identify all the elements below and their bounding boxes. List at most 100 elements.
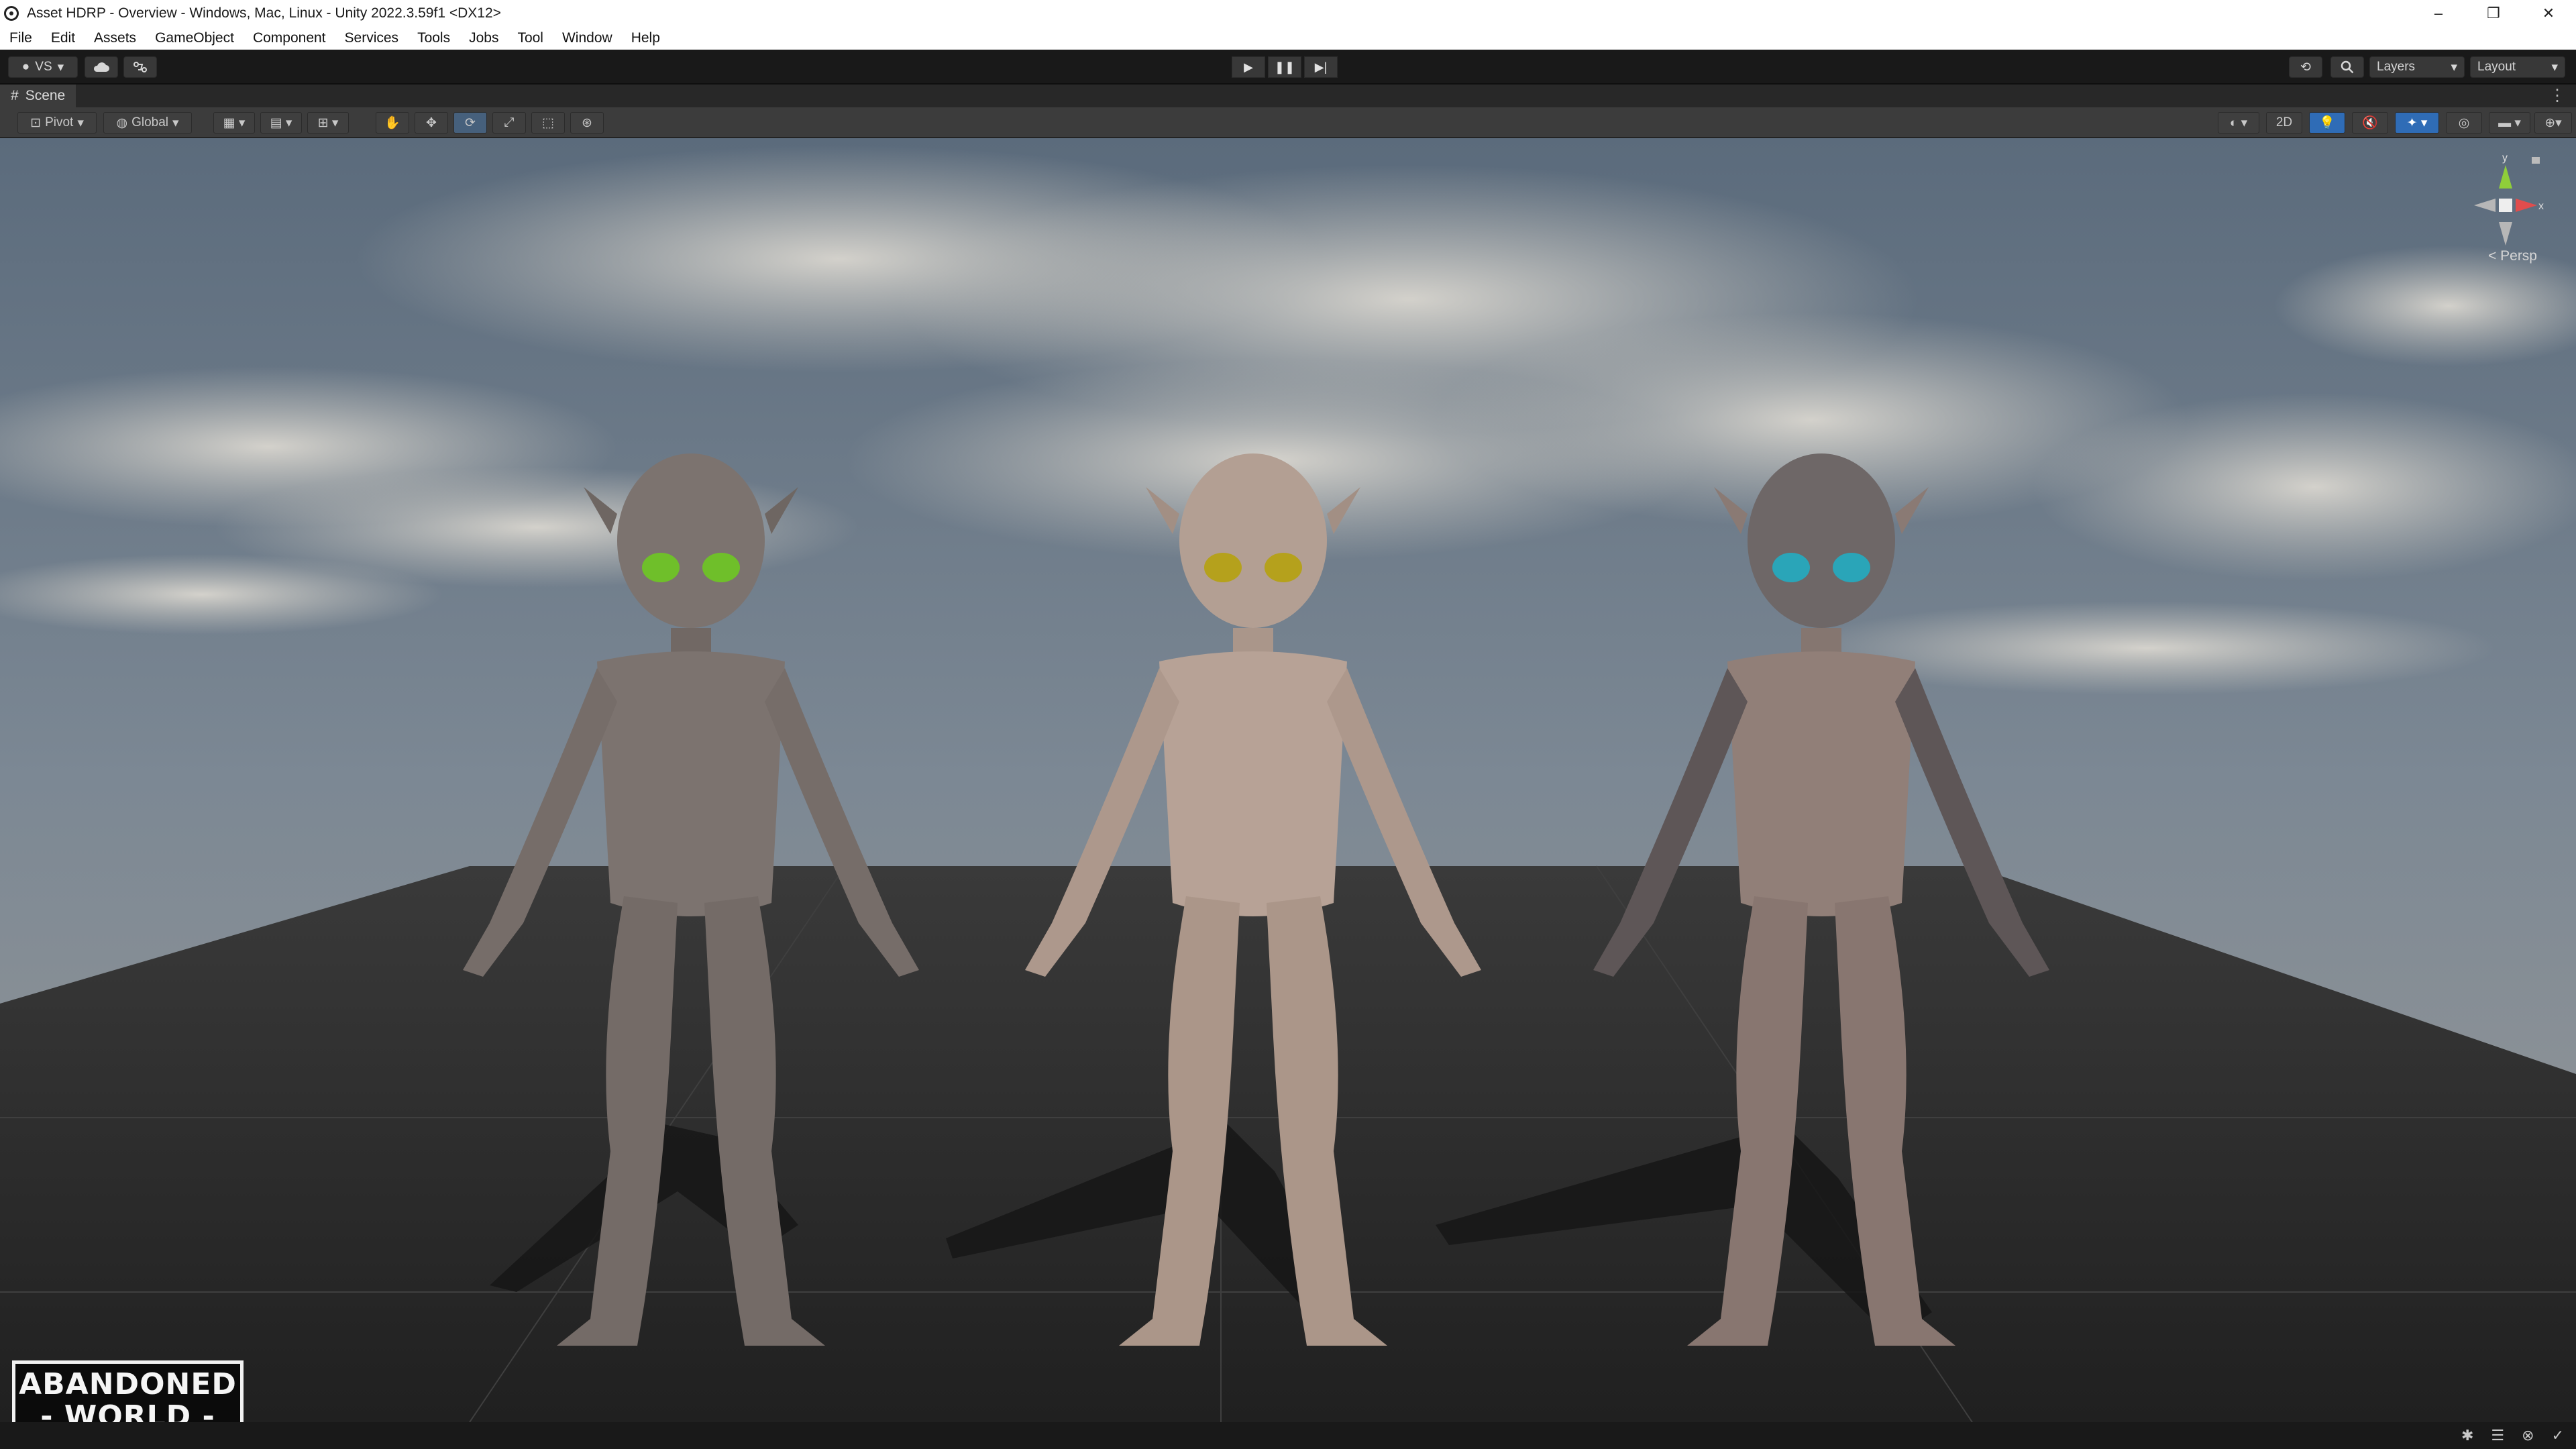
hidden-objects-toggle[interactable]: ◎ bbox=[2446, 112, 2482, 133]
check-circle-icon[interactable]: ✓ bbox=[2552, 1427, 2564, 1444]
rotate-tool-button[interactable]: ⟳ bbox=[453, 112, 487, 133]
camera-settings-dropdown[interactable]: ▬ ▾ bbox=[2489, 112, 2530, 133]
draw-mode-dropdown[interactable]: ◐ ▾ bbox=[2218, 112, 2259, 133]
menu-component[interactable]: Component bbox=[244, 27, 335, 50]
camera-icon: ▬ ▾ bbox=[2498, 115, 2521, 130]
projection-label[interactable]: < Persp bbox=[2488, 248, 2537, 264]
hand-tool-button[interactable]: ✋ bbox=[376, 112, 409, 133]
gizmo-y-axis-icon[interactable] bbox=[2499, 165, 2512, 189]
main-toolbar: ● VS ▾ ▶ ❚❚ ▶| ⟲ Layers ▾ Layout ▾ bbox=[0, 50, 2576, 85]
gizmo-y-label: y bbox=[2502, 152, 2508, 164]
pause-button[interactable]: ❚❚ bbox=[1268, 56, 1301, 78]
shading-mode-icon: ◐ ▾ bbox=[2229, 115, 2248, 130]
layout-dropdown[interactable]: Layout ▾ bbox=[2470, 56, 2565, 78]
unity-editor-window: { "window": { "title": "Asset HDRP - Ove… bbox=[0, 0, 2576, 1449]
effects-icon: ✦ ▾ bbox=[2406, 115, 2428, 130]
menu-window[interactable]: Window bbox=[553, 27, 622, 50]
increment-snap-icon: ▤ ▾ bbox=[270, 115, 292, 130]
layers-label: Layers bbox=[2377, 60, 2416, 74]
characters-layer bbox=[463, 453, 2049, 1346]
transform-icon: ⊛ bbox=[582, 115, 592, 130]
transform-tool-button[interactable]: ⊛ bbox=[570, 112, 604, 133]
gizmo-neg-y-axis-icon[interactable] bbox=[2499, 222, 2512, 246]
gizmo-center-cube-icon[interactable] bbox=[2499, 199, 2512, 212]
grid-visibility-dropdown[interactable]: ⊞ ▾ bbox=[307, 112, 349, 133]
grid-snap-icon: ▦ ▾ bbox=[223, 115, 246, 130]
menu-assets[interactable]: Assets bbox=[85, 27, 146, 50]
gizmos-icon: ⊕▾ bbox=[2544, 115, 2562, 130]
restore-button[interactable]: ❐ bbox=[2466, 0, 2521, 27]
abandoned-world-logo: ABANDONED - WORLD - bbox=[12, 1360, 244, 1422]
scale-icon: ⤢ bbox=[504, 115, 515, 129]
history-icon: ⟲ bbox=[2300, 60, 2311, 74]
layers-dropdown[interactable]: Layers ▾ bbox=[2369, 56, 2465, 78]
chevron-down-icon: ▾ bbox=[2551, 60, 2558, 74]
rotate-icon: ⟳ bbox=[465, 115, 476, 130]
scale-tool-button[interactable]: ⤢ bbox=[492, 112, 526, 133]
pause-icon: ❚❚ bbox=[1274, 60, 1295, 74]
layers-stack-icon[interactable]: ☰ bbox=[2491, 1427, 2504, 1444]
rect-tool-button[interactable]: ⬚ bbox=[531, 112, 565, 133]
menu-tool[interactable]: Tool bbox=[508, 27, 553, 50]
title-bar: Asset HDRP - Overview - Windows, Mac, Li… bbox=[0, 0, 2576, 27]
menu-edit[interactable]: Edit bbox=[42, 27, 85, 50]
menu-services[interactable]: Services bbox=[335, 27, 409, 50]
audio-mute-icon: 🔇 bbox=[2362, 116, 2378, 130]
2d-toggle-button[interactable]: 2D bbox=[2266, 112, 2302, 133]
scene-viewport[interactable]: y x < Persp ABANDONED - WORLD - bbox=[0, 138, 2576, 1422]
menu-help[interactable]: Help bbox=[622, 27, 669, 50]
play-button[interactable]: ▶ bbox=[1232, 56, 1265, 78]
global-dropdown[interactable]: ◍ Global ▾ bbox=[103, 112, 192, 133]
orientation-gizmo[interactable]: y x bbox=[2462, 152, 2549, 259]
collab-icon bbox=[133, 62, 147, 72]
rect-icon: ⬚ bbox=[542, 115, 554, 130]
menu-file[interactable]: File bbox=[0, 27, 42, 50]
globe-icon: ◍ bbox=[116, 115, 128, 130]
grid-snapping-dropdown[interactable]: ▦ ▾ bbox=[213, 112, 255, 133]
pivot-dropdown[interactable]: ⊡ Pivot ▾ bbox=[17, 112, 97, 133]
tab-scene-label: Scene bbox=[25, 88, 66, 103]
alien-creature-dark bbox=[1593, 453, 2049, 1346]
effects-dropdown[interactable]: ✦ ▾ bbox=[2395, 112, 2439, 133]
history-button[interactable]: ⟲ bbox=[2289, 56, 2322, 78]
layout-label: Layout bbox=[2477, 60, 2516, 74]
window-title: Asset HDRP - Overview - Windows, Mac, Li… bbox=[27, 5, 501, 21]
playmode-controls: ▶ ❚❚ ▶| bbox=[1232, 56, 1338, 78]
gizmo-neg-x-axis-icon[interactable] bbox=[2474, 199, 2496, 212]
move-icon: ✥ bbox=[426, 115, 437, 130]
gizmo-x-axis-icon[interactable] bbox=[2516, 199, 2537, 212]
alien-creature-pale bbox=[1025, 453, 1481, 1346]
kebab-menu-icon[interactable]: ⋮ bbox=[2549, 85, 2565, 107]
logo-line1: ABANDONED bbox=[19, 1367, 237, 1401]
account-dropdown[interactable]: ● VS ▾ bbox=[8, 56, 78, 78]
cloud-button[interactable] bbox=[85, 56, 118, 78]
increment-snapping-dropdown[interactable]: ▤ ▾ bbox=[260, 112, 302, 133]
menu-tools[interactable]: Tools bbox=[408, 27, 460, 50]
tab-scene[interactable]: # Scene bbox=[0, 85, 76, 107]
collab-button[interactable] bbox=[123, 56, 157, 78]
network-icon[interactable]: ⊗ bbox=[2522, 1427, 2534, 1444]
grid-plane-icon: ⊞ ▾ bbox=[317, 115, 339, 130]
lock-icon[interactable] bbox=[2532, 157, 2540, 164]
move-tool-button[interactable]: ✥ bbox=[415, 112, 448, 133]
cloud-icon bbox=[93, 62, 109, 72]
lighting-toggle-button[interactable]: 💡 bbox=[2309, 112, 2345, 133]
unity-logo-icon bbox=[4, 6, 19, 21]
bug-icon[interactable]: ✱ bbox=[2461, 1427, 2473, 1444]
close-button[interactable]: ✕ bbox=[2521, 0, 2576, 27]
gizmos-dropdown[interactable]: ⊕▾ bbox=[2534, 112, 2572, 133]
minimize-button[interactable]: – bbox=[2411, 0, 2466, 27]
audio-toggle-button[interactable]: 🔇 bbox=[2352, 112, 2388, 133]
pivot-label: Pivot bbox=[45, 115, 74, 129]
search-button[interactable] bbox=[2330, 56, 2364, 78]
chevron-down-icon: ▾ bbox=[77, 115, 84, 130]
scene-tab-bar: # Scene ⋮ bbox=[0, 85, 2576, 107]
pivot-icon: ⊡ bbox=[30, 115, 42, 130]
grid-hash-icon: # bbox=[11, 88, 19, 103]
step-button[interactable]: ▶| bbox=[1304, 56, 1338, 78]
step-icon: ▶| bbox=[1314, 60, 1328, 74]
global-label: Global bbox=[131, 115, 168, 129]
light-bulb-icon: 💡 bbox=[2319, 116, 2335, 130]
menu-gameobject[interactable]: GameObject bbox=[146, 27, 244, 50]
menu-jobs[interactable]: Jobs bbox=[460, 27, 508, 50]
